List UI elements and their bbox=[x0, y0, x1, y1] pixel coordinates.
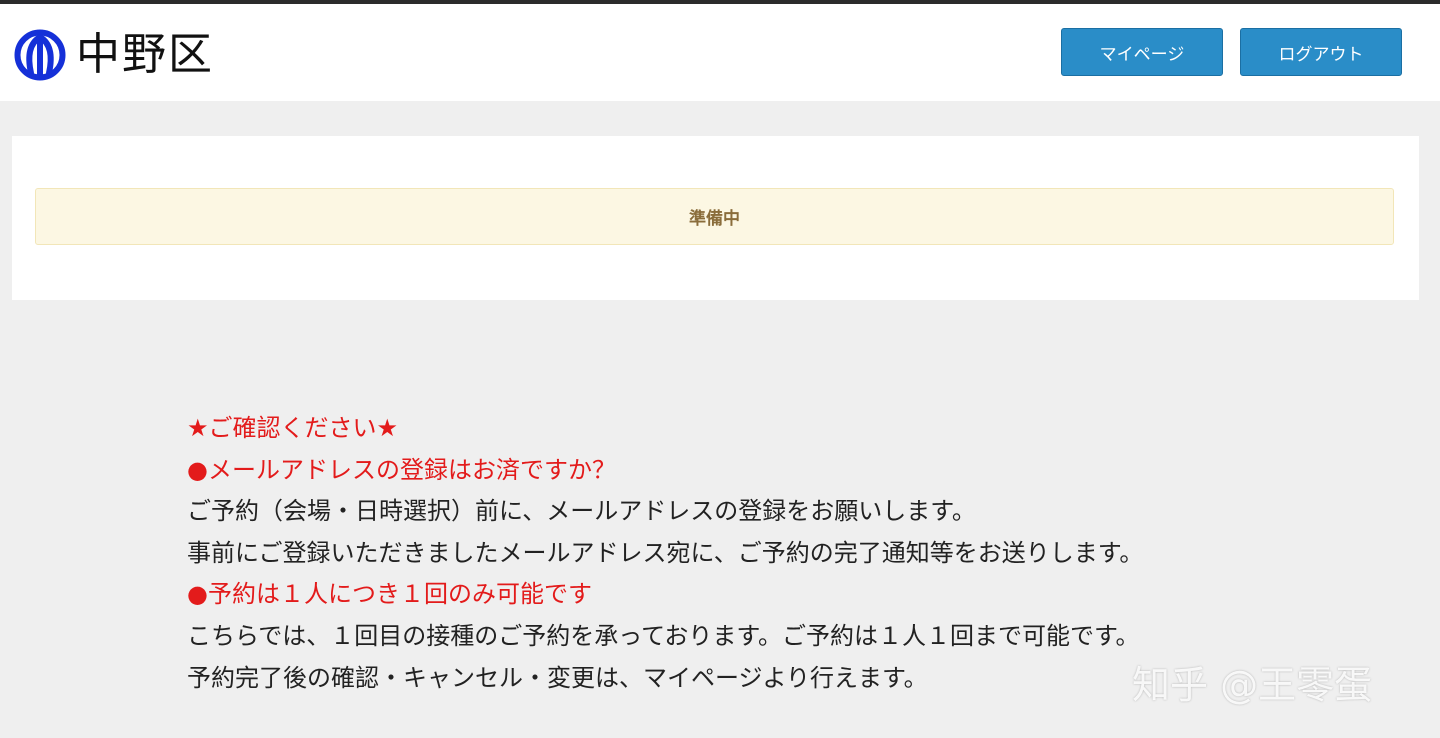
email-registration-text-1: ご予約（会場・日時選択）前に、メールアドレスの登録をお願いします。 bbox=[187, 497, 976, 526]
preparing-notice: 準備中 bbox=[35, 188, 1394, 245]
watermark: 知乎 @王零蛋 bbox=[1132, 663, 1373, 707]
logo-text: 中野区 bbox=[76, 29, 214, 80]
logout-button[interactable]: ログアウト bbox=[1240, 28, 1402, 76]
mypage-button[interactable]: マイページ bbox=[1061, 28, 1223, 76]
reservation-text-1: こちらでは、１回目の接種のご予約を承っております。ご予約は１人１回まで可能です。 bbox=[187, 621, 1140, 650]
status-panel: 準備中 bbox=[12, 136, 1419, 300]
header: 中野区 マイページ ログアウト bbox=[0, 4, 1440, 101]
reservation-text-2: 予約完了後の確認・キャンセル・変更は、マイページより行えます。 bbox=[187, 663, 928, 692]
ward-emblem-icon bbox=[14, 29, 66, 81]
email-registration-heading: ●メールアドレスの登録はお済ですか？ bbox=[187, 455, 616, 484]
email-registration-text-2: 事前にご登録いただきましたメールアドレス宛に、ご予約の完了通知等をお送りします。 bbox=[187, 538, 1144, 567]
site-logo[interactable]: 中野区 bbox=[14, 29, 214, 81]
info-section: ★ご確認ください★ ●メールアドレスの登録はお済ですか？ ご予約（会場・日時選択… bbox=[187, 408, 1143, 699]
one-per-person-heading: ●予約は１人につき１回のみ可能です bbox=[187, 580, 592, 609]
confirm-heading: ★ご確認ください★ bbox=[187, 414, 399, 442]
